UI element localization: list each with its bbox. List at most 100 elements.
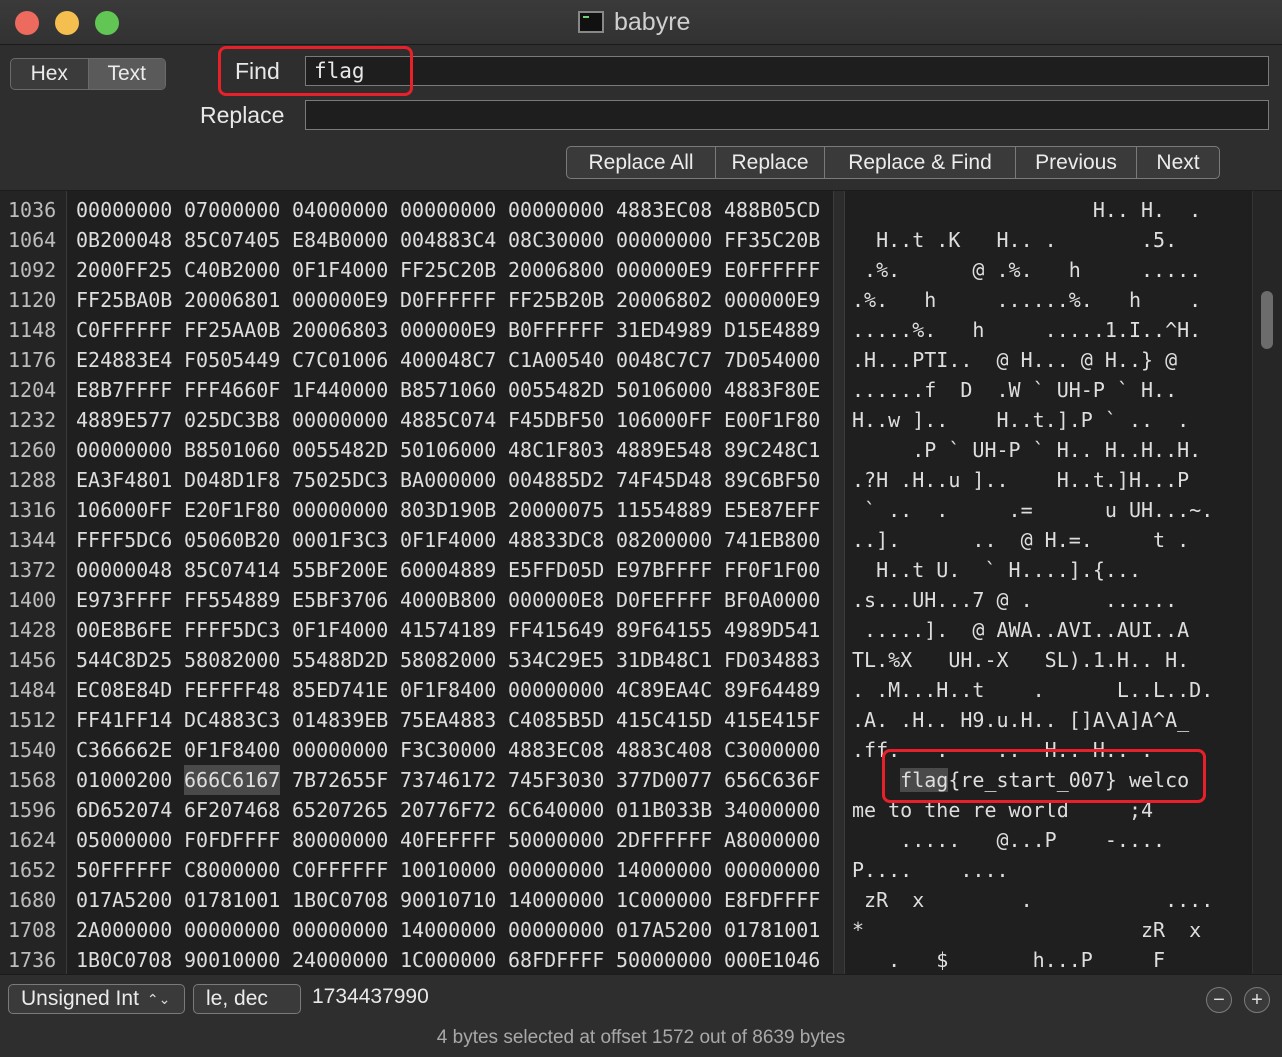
- hex-word[interactable]: 544C8D25: [76, 645, 172, 675]
- hex-row[interactable]: 1568 01000200 666C6167 7B72655F 73746172 745F…: [0, 765, 1282, 795]
- hex-word[interactable]: 1C000000: [400, 945, 496, 974]
- hex-word[interactable]: EA3F4801: [76, 465, 172, 495]
- ascii-text[interactable]: .A. .H.. H9.u.H.. []A\A]A^A_: [852, 705, 1189, 735]
- hex-word[interactable]: 31DB48C1: [616, 645, 712, 675]
- hex-word[interactable]: C1A00540: [508, 345, 604, 375]
- hex-word[interactable]: 20006802: [616, 285, 712, 315]
- hex-word[interactable]: 20006801: [184, 285, 280, 315]
- hex-word[interactable]: 00000000: [508, 675, 604, 705]
- hex-word[interactable]: 745F3030: [508, 765, 604, 795]
- hex-word[interactable]: 4989D541: [724, 615, 820, 645]
- hex-word[interactable]: E00F1F80: [724, 405, 820, 435]
- hex-word[interactable]: 14000000: [400, 915, 496, 945]
- hex-word[interactable]: 0F1F8400: [184, 735, 280, 765]
- hex-row[interactable]: 1036 00000000 07000000 04000000 00000000 0000…: [0, 195, 1282, 225]
- hex-word[interactable]: 73746172: [400, 765, 496, 795]
- hex-word[interactable]: 1B0C0708: [292, 885, 388, 915]
- hex-word[interactable]: DC4883C3: [184, 705, 280, 735]
- hex-word[interactable]: 40FEFFFF: [400, 825, 496, 855]
- hex-word[interactable]: C366662E: [76, 735, 172, 765]
- ascii-text[interactable]: flag{re_start_007} welco: [852, 765, 1189, 795]
- hex-word[interactable]: 75025DC3: [292, 465, 388, 495]
- hex-word[interactable]: E8B7FFFF: [76, 375, 172, 405]
- hex-word[interactable]: BA000000: [400, 465, 496, 495]
- hex-word[interactable]: 4889E548: [616, 435, 712, 465]
- hex-row[interactable]: 1708 2A000000 00000000 00000000 14000000 0000…: [0, 915, 1282, 945]
- hex-word[interactable]: 6C640000: [508, 795, 604, 825]
- hex-word[interactable]: 00E8B6FE: [76, 615, 172, 645]
- remove-icon[interactable]: −: [1206, 987, 1232, 1013]
- ascii-text[interactable]: .P ` UH-P ` H.. H..H..H.: [852, 435, 1201, 465]
- hex-word[interactable]: 1C000000: [616, 885, 712, 915]
- hex-word[interactable]: FF554889: [184, 585, 280, 615]
- hex-word[interactable]: 89F64489: [724, 675, 820, 705]
- hex-word[interactable]: 20006800: [508, 255, 604, 285]
- hex-word[interactable]: 534C29E5: [508, 645, 604, 675]
- hex-word[interactable]: FEFFFF48: [184, 675, 280, 705]
- hex-word[interactable]: 4000B800: [400, 585, 496, 615]
- hex-row[interactable]: 1092 2000FF25 C40B2000 0F1F4000 FF25C20B 2000…: [0, 255, 1282, 285]
- hex-word[interactable]: 00000000: [508, 195, 604, 225]
- ascii-text[interactable]: ......f D .W ` UH-P ` H..: [852, 375, 1177, 405]
- hex-word[interactable]: 60004889: [400, 555, 496, 585]
- hex-word[interactable]: 106000FF: [616, 405, 712, 435]
- hex-word[interactable]: 01781001: [724, 915, 820, 945]
- find-input[interactable]: [305, 56, 1269, 86]
- hex-word[interactable]: FD034883: [724, 645, 820, 675]
- hex-word[interactable]: 014839EB: [292, 705, 388, 735]
- hex-word[interactable]: 68FDFFFF: [508, 945, 604, 974]
- ascii-text[interactable]: .?H .H..u ].. H..t.]H...P: [852, 465, 1189, 495]
- hex-word[interactable]: 50106000: [400, 435, 496, 465]
- hex-word[interactable]: 50000000: [616, 945, 712, 974]
- hex-word[interactable]: FFF4660F: [184, 375, 280, 405]
- hex-word[interactable]: 85ED741E: [292, 675, 388, 705]
- hex-word[interactable]: 01781001: [184, 885, 280, 915]
- hex-word[interactable]: 400048C7: [400, 345, 496, 375]
- next-button[interactable]: Next: [1136, 147, 1219, 178]
- hex-word[interactable]: 11554889: [616, 495, 712, 525]
- hex-word[interactable]: 00000000: [508, 915, 604, 945]
- hex-word[interactable]: 6F207468: [184, 795, 280, 825]
- hex-word[interactable]: 00000000: [508, 855, 604, 885]
- hex-word[interactable]: 0F1F8400: [400, 675, 496, 705]
- add-icon[interactable]: +: [1244, 987, 1270, 1013]
- hex-word[interactable]: 011B033B: [616, 795, 712, 825]
- hex-word[interactable]: F45DBF50: [508, 405, 604, 435]
- hex-word[interactable]: E5FFD05D: [508, 555, 604, 585]
- hex-word[interactable]: 004885D2: [508, 465, 604, 495]
- hex-word[interactable]: 24000000: [292, 945, 388, 974]
- hex-word[interactable]: 106000FF: [76, 495, 172, 525]
- hex-word[interactable]: 7D054000: [724, 345, 820, 375]
- hex-word[interactable]: 00000000: [292, 915, 388, 945]
- hex-word[interactable]: FF41FF14: [76, 705, 172, 735]
- hex-word[interactable]: 75EA4883: [400, 705, 496, 735]
- hex-word[interactable]: 34000000: [724, 795, 820, 825]
- hex-word[interactable]: 05000000: [76, 825, 172, 855]
- hex-word[interactable]: 55BF200E: [292, 555, 388, 585]
- hex-word[interactable]: 00000000: [292, 735, 388, 765]
- ascii-text[interactable]: .%. h ......%. h .: [852, 285, 1201, 315]
- hex-row[interactable]: 1736 1B0C0708 90010000 24000000 1C000000 68FD…: [0, 945, 1282, 974]
- hex-word[interactable]: 85C07414: [184, 555, 280, 585]
- hex-word[interactable]: D0FEFFFF: [616, 585, 712, 615]
- replace-button[interactable]: Replace: [715, 147, 824, 178]
- hex-word[interactable]: E84B0000: [292, 225, 388, 255]
- hex-row[interactable]: 1232 4889E577 025DC3B8 00000000 4885C074 F45D…: [0, 405, 1282, 435]
- hex-word[interactable]: 48C1F803: [508, 435, 604, 465]
- ascii-text[interactable]: P.... ....: [852, 855, 1009, 885]
- hex-word[interactable]: 0F1F4000: [400, 525, 496, 555]
- hex-word[interactable]: 00000000: [76, 195, 172, 225]
- hex-row[interactable]: 1288 EA3F4801 D048D1F8 75025DC3 BA000000 0048…: [0, 465, 1282, 495]
- hex-word[interactable]: FFFF5DC6: [76, 525, 172, 555]
- ascii-text[interactable]: .%. @ .%. h .....: [852, 255, 1201, 285]
- hex-word[interactable]: 000000E8: [508, 585, 604, 615]
- hex-word[interactable]: 6D652074: [76, 795, 172, 825]
- hex-word[interactable]: 0001F3C3: [292, 525, 388, 555]
- hex-row[interactable]: 1596 6D652074 6F207468 65207265 20776F72 6C64…: [0, 795, 1282, 825]
- hex-word[interactable]: EC08E84D: [76, 675, 172, 705]
- hex-word[interactable]: 415E415F: [724, 705, 820, 735]
- hex-word[interactable]: 4883EC08: [508, 735, 604, 765]
- hex-word[interactable]: 41574189: [400, 615, 496, 645]
- ascii-text[interactable]: * zR x: [852, 915, 1201, 945]
- hex-word[interactable]: 04000000: [292, 195, 388, 225]
